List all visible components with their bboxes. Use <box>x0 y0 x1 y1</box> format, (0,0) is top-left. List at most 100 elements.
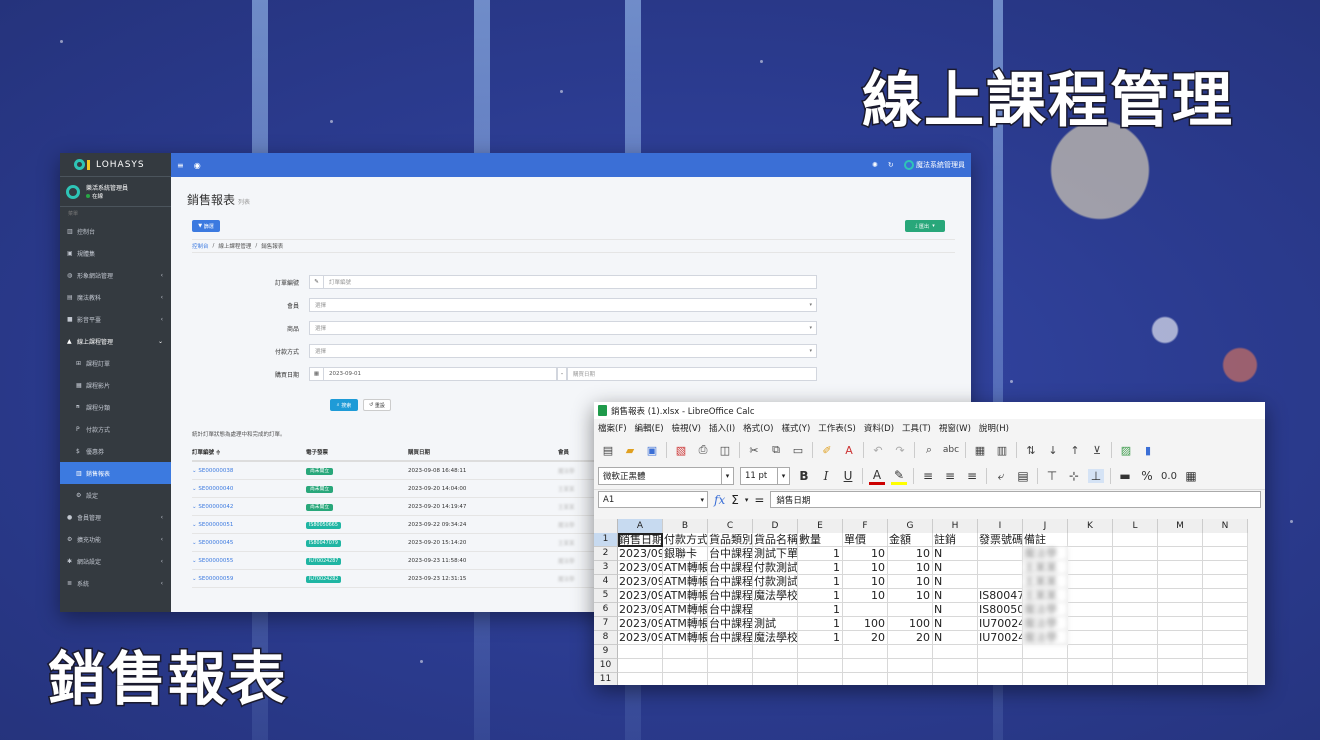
cell[interactable]: ATM轉帳 <box>663 617 708 631</box>
decimal-format-icon[interactable]: 0.0 <box>1161 471 1177 482</box>
align-top-icon[interactable]: ⊤ <box>1044 469 1060 483</box>
cell[interactable]: 2023/09/ <box>618 547 663 561</box>
refresh-icon[interactable]: ↻ <box>888 161 894 169</box>
cell[interactable]: 測試下單 <box>753 547 798 561</box>
sidebar-item-site-settings[interactable]: ✱ 網站設定 ‹ <box>60 550 171 572</box>
chevron-down-icon[interactable]: ▾ <box>745 496 749 504</box>
chevron-down-icon[interactable]: ▾ <box>777 468 789 484</box>
cell[interactable] <box>708 673 753 685</box>
cell[interactable] <box>978 561 1023 575</box>
sidebar-item-magic-book[interactable]: ▤ 魔法教科 ‹ <box>60 286 171 308</box>
cell[interactable]: 1 <box>798 631 843 645</box>
sort-icon[interactable]: ⇅ <box>1023 442 1039 458</box>
cell[interactable] <box>978 547 1023 561</box>
cell[interactable]: ATM轉帳 <box>663 603 708 617</box>
row-header[interactable]: 9 <box>594 645 618 659</box>
reset-button[interactable]: ↺ 重設 <box>363 399 391 411</box>
cell[interactable] <box>1068 575 1113 589</box>
brand[interactable]: LOHASYS <box>60 153 171 177</box>
copy-icon[interactable]: ⧉ <box>768 442 784 458</box>
sidebar-item-extensions[interactable]: ⚙ 擴充功能 ‹ <box>60 528 171 550</box>
sidebar-item-video[interactable]: ■ 影音平臺 ‹ <box>60 308 171 330</box>
menu-toggle-icon[interactable]: ≡ <box>177 161 184 170</box>
cell[interactable]: 10 <box>888 575 933 589</box>
highlight-icon[interactable]: ✎ <box>891 468 907 485</box>
cell[interactable]: 付款方式 <box>663 533 708 547</box>
user-menu[interactable]: 魔法系統管理員 <box>903 160 965 170</box>
cell[interactable] <box>1068 673 1113 685</box>
column-header[interactable]: F <box>843 519 888 534</box>
redo-icon[interactable]: ↷ <box>892 442 908 458</box>
align-center-icon[interactable]: ≡ <box>942 469 958 483</box>
align-left-icon[interactable]: ≡ <box>920 469 936 483</box>
cell[interactable]: 10 <box>888 589 933 603</box>
sidebar-subitem-payment-methods[interactable]: P 付款方式 <box>60 418 171 440</box>
row-header[interactable]: 11 <box>594 673 618 685</box>
cell[interactable]: 台中課程 <box>708 631 753 645</box>
cell[interactable] <box>1158 547 1203 561</box>
cell[interactable] <box>1203 547 1248 561</box>
cell[interactable] <box>1023 673 1068 685</box>
cell[interactable] <box>1068 589 1113 603</box>
export-pdf-icon[interactable]: ▧ <box>673 442 689 458</box>
align-bottom-icon[interactable]: ⊥ <box>1088 469 1104 483</box>
cell[interactable] <box>663 645 708 659</box>
cell[interactable] <box>1113 561 1158 575</box>
cell[interactable] <box>1158 589 1203 603</box>
cell[interactable] <box>888 603 933 617</box>
cell[interactable] <box>1023 645 1068 659</box>
cell[interactable]: 註銷 <box>933 533 978 547</box>
menu-item[interactable]: 檔案(F) <box>598 422 627 434</box>
cell[interactable]: IS80050665 <box>978 603 1023 617</box>
sort-ascending-icon[interactable]: ↓ <box>1045 442 1061 458</box>
align-middle-icon[interactable]: ⊹ <box>1066 469 1082 483</box>
cell[interactable]: 魔法學校 <box>753 631 798 645</box>
cell[interactable]: ATM轉帳 <box>663 561 708 575</box>
cell[interactable]: N <box>933 575 978 589</box>
cell[interactable]: ATM轉帳 <box>663 575 708 589</box>
cell[interactable] <box>1158 603 1203 617</box>
wrap-text-icon[interactable]: ⤶ <box>993 469 1009 484</box>
column-header[interactable]: N <box>1203 519 1248 534</box>
cell[interactable]: 魔法學 <box>1023 603 1068 617</box>
sidebar-item-dashboard[interactable]: ▥ 控制台 <box>60 220 171 242</box>
sidebar-item-website[interactable]: ◍ 形象網站管理 ‹ <box>60 264 171 286</box>
cell[interactable]: 2023/09/ <box>618 631 663 645</box>
menu-item[interactable]: 工具(T) <box>902 422 931 434</box>
column-header[interactable]: J <box>1023 519 1068 534</box>
cell[interactable] <box>888 645 933 659</box>
sort-descending-icon[interactable]: ↑ <box>1067 442 1083 458</box>
date-start-input[interactable]: ▦ 2023-09-01 <box>309 367 557 381</box>
order-link[interactable]: ⌄ SE00000040 <box>192 486 306 492</box>
cell[interactable] <box>1068 533 1113 547</box>
cell[interactable] <box>1158 673 1203 685</box>
menu-item[interactable]: 工作表(S) <box>818 422 856 434</box>
cell[interactable]: 銀聯卡 <box>663 547 708 561</box>
menu-item[interactable]: 插入(I) <box>709 422 735 434</box>
save-icon[interactable]: ▣ <box>644 442 660 458</box>
cell[interactable] <box>978 673 1023 685</box>
column-header[interactable]: B <box>663 519 708 534</box>
cell[interactable] <box>1113 617 1158 631</box>
cell[interactable] <box>1023 659 1068 673</box>
row-header[interactable]: 2 <box>594 547 618 561</box>
cell[interactable] <box>1113 575 1158 589</box>
cell[interactable] <box>663 659 708 673</box>
menu-item[interactable]: 檢視(V) <box>672 422 701 434</box>
cell[interactable] <box>618 673 663 685</box>
cell[interactable]: 100 <box>888 617 933 631</box>
cell[interactable]: N <box>933 617 978 631</box>
cell[interactable]: 1 <box>798 589 843 603</box>
cell[interactable]: N <box>933 631 978 645</box>
chevron-down-icon[interactable]: ▾ <box>700 496 704 504</box>
cell[interactable] <box>888 659 933 673</box>
cell[interactable] <box>1068 561 1113 575</box>
product-select[interactable]: 選擇 ▾ <box>309 321 817 335</box>
cell[interactable] <box>843 645 888 659</box>
cell[interactable] <box>1068 547 1113 561</box>
autofilter-icon[interactable]: ⊻ <box>1089 442 1105 458</box>
cell[interactable]: 測試 <box>753 617 798 631</box>
cell[interactable] <box>753 603 798 617</box>
cell[interactable] <box>888 673 933 685</box>
cell[interactable] <box>978 659 1023 673</box>
